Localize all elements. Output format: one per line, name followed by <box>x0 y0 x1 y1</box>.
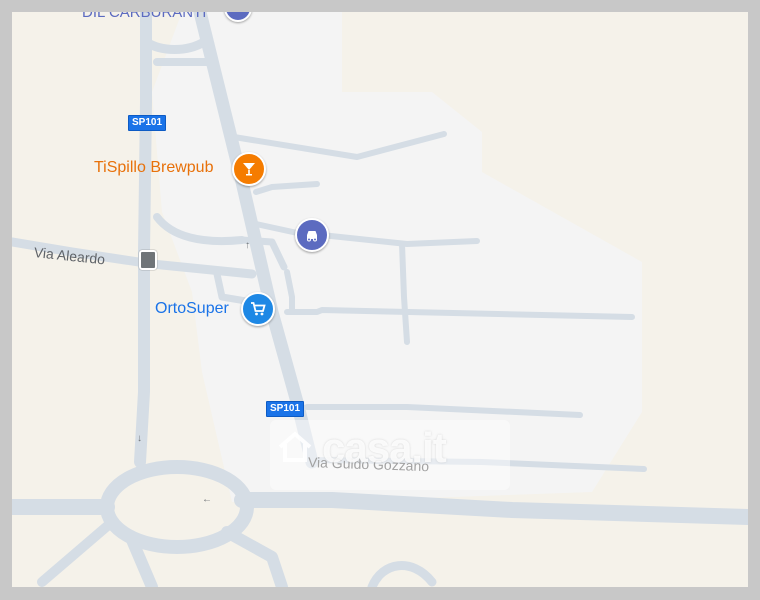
direction-arrow-icon: ← <box>202 494 212 505</box>
road-south-2 <box>221 526 288 587</box>
watermark-text: casa.it <box>322 424 447 471</box>
road-west-vertical <box>134 12 152 468</box>
sp101-shield-bottom: SP101 <box>266 401 305 417</box>
top-poi-label: DIL CARBURANTI <box>82 12 207 21</box>
sp101-shield-top: SP101 <box>128 115 167 131</box>
bus-stop-icon[interactable] <box>139 250 157 270</box>
direction-arrow-icon: ↓ <box>137 433 142 444</box>
watermark-house-icon <box>277 430 313 464</box>
map-canvas[interactable]: ↑ ↓ ← <box>12 12 748 587</box>
car-icon[interactable] <box>295 218 329 252</box>
road-east-west-bottom <box>12 492 748 525</box>
road-south-3 <box>37 517 117 587</box>
poi-label-ortosuper[interactable]: OrtoSuper <box>155 300 229 318</box>
poi-label-tispillo-brewpub[interactable]: TiSpillo Brewpub <box>94 159 213 177</box>
road-bottom-loop <box>367 561 437 587</box>
cocktail-icon[interactable] <box>232 152 266 186</box>
direction-arrow-icon: ↑ <box>245 240 250 251</box>
map-view[interactable]: ↑ ↓ ← DIL CARBURANTI SP101 SP101 Via Ale… <box>12 12 748 587</box>
shopping-cart-icon[interactable] <box>241 292 275 326</box>
